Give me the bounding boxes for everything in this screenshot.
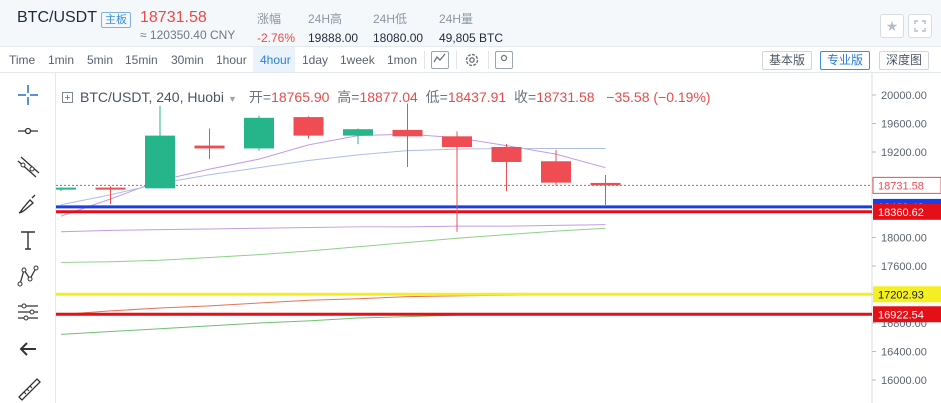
tf-4hour[interactable]: 4hour [260,53,291,67]
level-label: 16922.54 [878,309,924,321]
toolbar-divider [456,51,457,69]
trend-lines-icon[interactable] [14,153,42,181]
legend-open: 18765.90 [271,89,330,105]
legend-collapse-icon[interactable] [62,92,73,103]
last-price: 18731.58 [140,9,207,26]
legend-high-label: 高= [337,89,360,105]
stat-change-value: -2.76% [257,31,296,45]
view-pro-button[interactable]: 专业版 [820,51,871,70]
tf-1hour[interactable]: 1hour [216,53,247,67]
favorite-star-icon[interactable]: ★ [880,14,904,38]
stat-change-label: 涨幅 [257,12,282,26]
view-basic-button[interactable]: 基本版 [762,51,813,70]
crosshair-icon[interactable] [14,81,42,109]
tf-1mon[interactable]: 1mon [387,53,417,67]
ma-line-3 [60,227,606,263]
market-header: BTC/USDT 主板 18731.58 ≈ 120350.40 CNY 涨幅 … [0,0,941,47]
price-axis-label: 17600.00 [881,261,927,273]
tf-15min[interactable]: 15min [125,53,158,67]
chart-toolbar: Time 1min 5min 15min 30min 1hour 4hour 1… [0,47,941,73]
candle-body [590,182,621,186]
candle-body [392,129,423,137]
ma-line-2 [60,147,606,206]
candle-body [46,187,76,190]
stat-change: 涨幅 -2.76% [257,10,295,45]
ruler-icon[interactable] [14,373,42,401]
price-axis-label: 18000.00 [881,233,927,245]
candle-body [293,117,324,136]
stat-high: 24H高 19888.00 [308,10,358,45]
candle-body [194,145,225,149]
candle-body [95,187,126,190]
legend-change: −35.58 (−0.19%) [606,89,711,105]
screenshot-icon[interactable] [495,51,513,69]
candle-body [491,147,522,162]
chart-canvas[interactable]: 20000.0019600.0019200.0018800.0018400.00… [46,73,941,403]
stat-volume-value: 49,805 BTC [439,31,504,45]
candle-body [442,136,472,148]
view-depth-button[interactable]: 深度图 [879,51,930,70]
price-chart[interactable]: 20000.0019600.0019200.0018800.0018400.00… [46,73,941,403]
cny-price: ≈ 120350.40 CNY [140,28,236,42]
candle-body [145,135,175,189]
candle-body [343,129,373,136]
trading-app: BTC/USDT 主板 18731.58 ≈ 120350.40 CNY 涨幅 … [0,0,941,403]
indicator-chart-icon[interactable] [431,51,449,69]
stat-volume-label: 24H量 [439,12,474,26]
legend-open-label: 开= [248,89,272,105]
legend-high: 18877.04 [359,89,418,105]
tf-time[interactable]: Time [9,53,35,67]
tf-1min[interactable]: 1min [48,53,74,67]
price-axis-label: 16000.00 [881,375,927,387]
stat-low-label: 24H低 [373,12,408,26]
legend-low-label: 低= [425,89,448,105]
price-axis-label: 20000.00 [881,90,927,102]
tf-1day[interactable]: 1day [302,53,328,67]
price-axis-label: 16400.00 [881,347,927,359]
pattern-icon[interactable] [14,262,42,290]
level-label: 18360.62 [878,207,924,219]
candle-body [244,117,274,149]
stat-high-label: 24H高 [308,12,343,26]
ma-line-5 [60,313,606,335]
drawing-toolbar [0,73,56,403]
stat-low: 24H低 18080.00 [373,10,423,45]
fibonacci-icon[interactable] [14,298,42,326]
settings-gear-icon[interactable] [463,51,481,69]
candle-body [541,161,571,183]
legend-low: 18437.91 [447,89,507,105]
toolbar-divider [424,51,425,69]
level-label: 17202.93 [878,289,924,301]
horizontal-line-icon[interactable] [14,117,42,145]
legend-dropdown-icon[interactable]: ▼ [228,94,237,104]
toolbar-divider [488,51,489,69]
ma-line-4 [60,293,606,315]
stat-low-value: 18080.00 [373,31,424,45]
brush-icon[interactable] [14,190,42,218]
tf-30min[interactable]: 30min [171,53,204,67]
back-arrow-icon[interactable] [14,335,42,363]
ma-line-0 [60,224,606,233]
pair-name: BTC/USDT [17,9,97,26]
tf-5min[interactable]: 5min [87,53,113,67]
price-axis-label: 19200.00 [881,147,927,159]
stat-volume: 24H量 49,805 BTC [439,10,503,45]
stat-high-value: 19888.00 [308,31,359,45]
tf-1week[interactable]: 1week [340,53,375,67]
ohlc-legend: BTC/USDT, 240, Huobi ▼ 开=18765.90 高=18877.… [62,87,711,107]
last-price-label: 18731.58 [878,180,924,192]
legend-close: 18731.58 [536,89,595,105]
legend-symbol: BTC/USDT, 240, Huobi [80,89,224,105]
text-icon[interactable] [14,226,42,254]
fullscreen-icon[interactable] [908,14,932,38]
price-axis-label: 19600.00 [881,119,927,131]
ma-line-1 [60,133,606,217]
legend-close-label: 收= [514,89,537,105]
board-badge: 主板 [101,12,131,28]
